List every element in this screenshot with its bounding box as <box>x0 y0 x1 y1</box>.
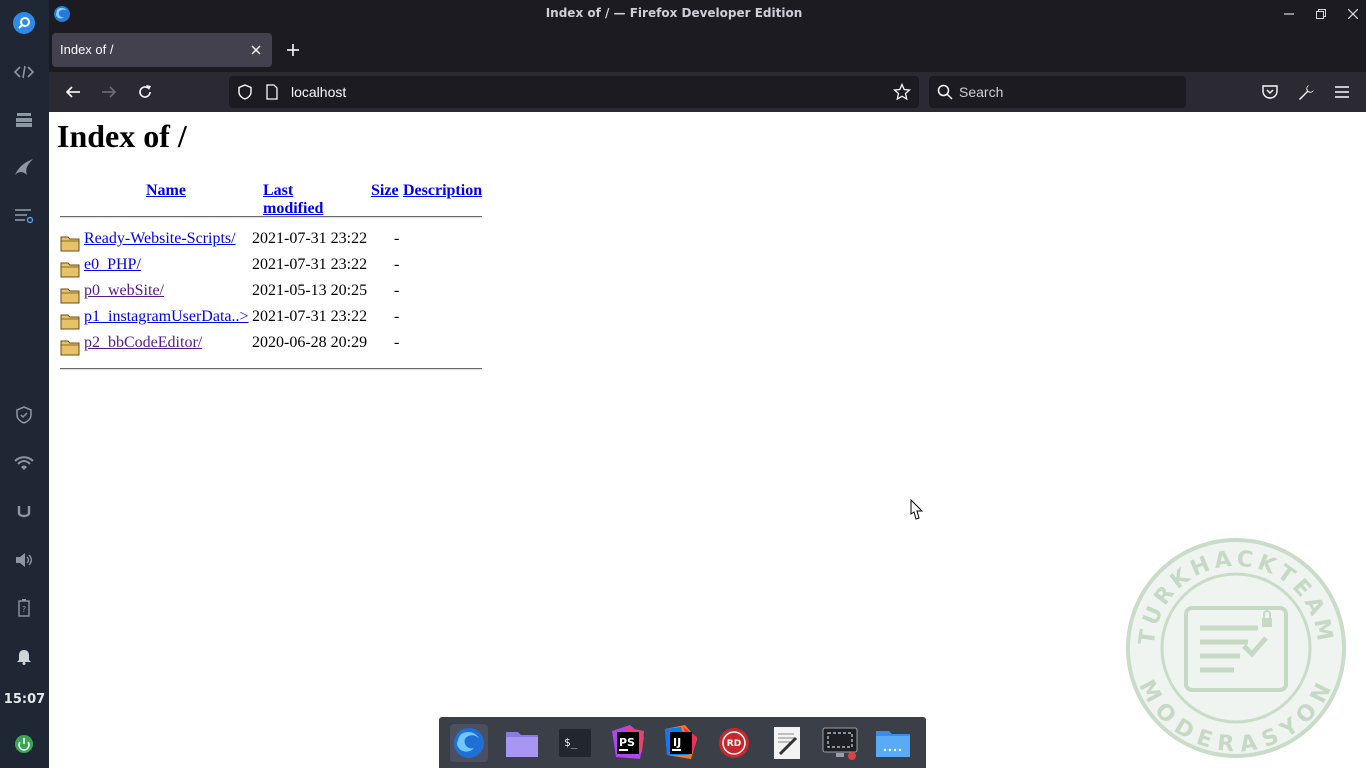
dock-phpstorm-icon[interactable]: PS <box>609 724 647 762</box>
new-tab-button[interactable] <box>283 40 303 60</box>
tab-index[interactable]: Index of / <box>52 33 272 67</box>
dock-text-editor-icon[interactable] <box>768 724 806 762</box>
dock-screenshot-icon[interactable] <box>821 724 859 762</box>
page-info-icon[interactable] <box>265 84 279 104</box>
close-tab-icon[interactable] <box>248 42 264 58</box>
table-row: Ready-Website-Scripts/ 2021-07-31 23:22 … <box>57 230 487 254</box>
developer-tools-wrench-icon[interactable] <box>1294 80 1318 104</box>
mouse-pointer-icon <box>908 498 926 521</box>
entry-modified: 2021-07-31 23:22 <box>252 256 368 273</box>
dock-redis-desktop-icon[interactable]: RD <box>715 724 753 762</box>
sort-by-description-link[interactable]: Description <box>403 182 482 199</box>
entry-link[interactable]: Ready-Website-Scripts/ <box>84 230 236 248</box>
volume-icon[interactable] <box>12 548 36 572</box>
entry-link[interactable]: e0_PHP/ <box>84 256 141 274</box>
back-button[interactable] <box>61 80 85 104</box>
column-header-last-modified[interactable]: Last modified <box>263 182 323 218</box>
redis-label: RD <box>727 739 741 749</box>
magnet-icon[interactable] <box>12 500 36 524</box>
url-text[interactable]: localhost <box>291 84 346 100</box>
entry-modified: 2021-05-13 20:25 <box>252 282 368 299</box>
turkhackteam-moderation-seal: TURKHACKTEAM MODERASYON <box>1124 536 1348 760</box>
folder-icon <box>60 234 80 252</box>
kali-dragon-icon[interactable] <box>12 155 36 179</box>
divider <box>60 216 482 218</box>
table-row: p2_bbCodeEditor/ 2020-06-28 20:29 - <box>57 334 487 358</box>
power-icon[interactable] <box>12 732 36 756</box>
svg-text:?: ? <box>22 605 26 614</box>
folder-icon <box>60 312 80 330</box>
entry-size: - <box>394 282 400 299</box>
folder-icon <box>60 338 80 356</box>
restore-button[interactable] <box>1311 4 1331 24</box>
folder-icon <box>60 286 80 304</box>
dock-files-icon[interactable] <box>503 724 541 762</box>
task-list-icon[interactable] <box>12 204 36 228</box>
column-header-name[interactable]: Name <box>146 182 186 200</box>
search-input[interactable] <box>959 82 1179 102</box>
sort-by-modified-link[interactable]: Last modified <box>263 182 323 217</box>
dock-firefox-icon[interactable] <box>450 724 488 762</box>
tab-title: Index of / <box>60 42 114 57</box>
divider <box>60 368 482 370</box>
page-heading: Index of / <box>57 118 187 154</box>
hamburger-menu-icon[interactable] <box>1330 80 1354 104</box>
entry-link[interactable]: p1_instagramUserData..> <box>84 308 249 326</box>
bookmark-star-icon[interactable] <box>892 82 912 105</box>
folder-icon <box>60 260 80 278</box>
tab-bar: Index of / <box>49 28 1366 72</box>
search-bar[interactable] <box>929 76 1186 108</box>
url-bar[interactable]: localhost <box>229 76 919 108</box>
tracking-shield-icon[interactable] <box>237 84 253 104</box>
entry-modified: 2021-07-31 23:22 <box>252 230 368 247</box>
clock[interactable]: 15:07 <box>0 692 49 707</box>
application-dock: $_ PS IJ RD <box>439 717 926 768</box>
reload-button[interactable] <box>133 80 157 104</box>
code-icon[interactable] <box>12 60 36 84</box>
notification-bell-icon[interactable] <box>12 644 36 668</box>
system-side-panel: ? 15:07 <box>0 0 49 768</box>
table-row: p0_webSite/ 2021-05-13 20:25 - <box>57 282 487 306</box>
dock-folder-icon[interactable] <box>874 724 912 762</box>
dock-terminal-icon[interactable]: $_ <box>556 724 594 762</box>
column-header-description[interactable]: Description <box>403 182 482 200</box>
phpstorm-label: PS <box>619 736 635 749</box>
entry-modified: 2020-06-28 20:29 <box>252 334 368 351</box>
intellij-label: IJ <box>673 736 681 749</box>
minimize-button[interactable] <box>1279 4 1299 24</box>
table-row: e0_PHP/ 2021-07-31 23:22 - <box>57 256 487 280</box>
entry-link[interactable]: p0_webSite/ <box>84 282 164 300</box>
shield-icon[interactable] <box>12 403 36 427</box>
entry-size: - <box>394 334 400 351</box>
terminal-label: $_ <box>564 736 578 749</box>
column-header-size[interactable]: Size <box>371 182 399 200</box>
storage-icon[interactable] <box>12 108 36 132</box>
entry-size: - <box>394 308 400 325</box>
entry-modified: 2021-07-31 23:22 <box>252 308 368 325</box>
entry-link[interactable]: p2_bbCodeEditor/ <box>84 334 202 352</box>
entry-size: - <box>394 256 400 273</box>
forward-button[interactable] <box>97 80 121 104</box>
pocket-icon[interactable] <box>1258 80 1282 104</box>
close-window-button[interactable] <box>1343 4 1363 24</box>
sort-by-size-link[interactable]: Size <box>371 182 399 199</box>
search-icon <box>937 84 953 104</box>
wifi-icon[interactable] <box>12 451 36 475</box>
sort-by-name-link[interactable]: Name <box>146 182 186 199</box>
battery-unknown-icon[interactable]: ? <box>12 596 36 620</box>
window-titlebar[interactable]: Index of / — Firefox Developer Edition <box>49 0 1366 28</box>
search-icon[interactable] <box>12 11 36 35</box>
navigation-toolbar: localhost <box>49 72 1366 112</box>
window-title: Index of / — Firefox Developer Edition <box>545 6 803 20</box>
dock-intellij-icon[interactable]: IJ <box>662 724 700 762</box>
entry-size: - <box>394 230 400 247</box>
table-row: p1_instagramUserData..> 2021-07-31 23:22… <box>57 308 487 332</box>
